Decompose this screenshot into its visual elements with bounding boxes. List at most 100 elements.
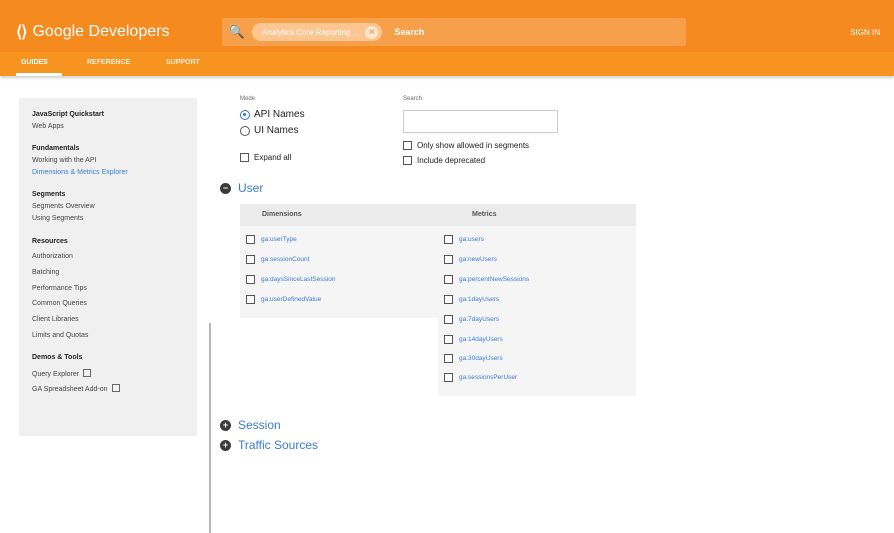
checkbox-label: Include deprecated — [417, 156, 486, 165]
clear-scope-icon[interactable]: × — [365, 25, 379, 39]
metric-name[interactable]: ga:newUsers — [459, 256, 497, 263]
dimension-name[interactable]: ga:userType — [261, 236, 297, 243]
dimension-name[interactable]: ga:daysSinceLastSession — [261, 276, 335, 283]
code-brackets-icon: ⟨⟩ — [16, 24, 28, 41]
metric-name[interactable]: ga:sessionsPerUser — [459, 374, 517, 381]
metrics-column — [438, 226, 636, 396]
checkbox-icon[interactable] — [444, 295, 453, 304]
top-app-bar: ⟨⟩ Google Developers 🔍 Analytics Core Re… — [0, 0, 894, 52]
explorer-search-input[interactable] — [403, 110, 558, 133]
metric-name[interactable]: ga:users — [459, 236, 484, 243]
metric-name[interactable]: ga:14dayUsers — [459, 336, 503, 343]
metric-name[interactable]: ga:1dayUsers — [459, 296, 499, 303]
sidebar-item-common-queries[interactable]: Common Queries — [32, 300, 87, 307]
only-allowed-segments-checkbox[interactable]: Only show allowed in segments — [403, 141, 529, 150]
sidebar-item-authorization[interactable]: Authorization — [32, 253, 73, 260]
sidebar-item-segments-overview[interactable]: Segments Overview — [32, 203, 95, 210]
checkbox-icon[interactable] — [403, 141, 412, 150]
checkbox-icon[interactable] — [403, 156, 412, 165]
section-session-toggle[interactable]: + Session — [220, 418, 281, 432]
checkbox-icon[interactable] — [246, 295, 255, 304]
sidebar-item-performance-tips[interactable]: Performance Tips — [32, 285, 87, 292]
sidebar-heading-segments: Segments — [32, 191, 66, 198]
sidebar-item-query-explorer[interactable]: Query Explorer — [32, 369, 92, 378]
site-search-bar[interactable]: 🔍 Analytics Core Reporting ... × Search — [222, 18, 686, 46]
metric-row[interactable]: ga:newUsers — [444, 255, 497, 264]
active-tab-indicator — [16, 73, 62, 76]
search-scope-chip[interactable]: Analytics Core Reporting ... × — [252, 23, 383, 41]
checkbox-icon[interactable] — [444, 275, 453, 284]
sidebar-heading-javascript-quickstart: JavaScript Quickstart — [32, 111, 104, 118]
metric-row[interactable]: ga:users — [444, 235, 484, 244]
checkbox-icon[interactable] — [444, 373, 453, 382]
metric-name[interactable]: ga:30dayUsers — [459, 355, 503, 362]
dimension-row[interactable]: ga:daysSinceLastSession — [246, 275, 335, 284]
metric-row[interactable]: ga:sessionsPerUser — [444, 373, 517, 382]
sign-in-link[interactable]: SIGN IN — [850, 28, 880, 37]
checkbox-icon[interactable] — [444, 235, 453, 244]
sidebar-item-web-apps[interactable]: Web Apps — [32, 123, 64, 130]
expand-all-checkbox[interactable]: Expand all — [240, 153, 291, 162]
section-user-toggle[interactable]: − User — [220, 181, 263, 195]
dimension-row[interactable]: ga:userDefinedValue — [246, 295, 321, 304]
expand-plus-icon[interactable]: + — [220, 439, 231, 451]
sidebar-item-working-with-api[interactable]: Working with the API — [32, 157, 96, 164]
dimension-row[interactable]: ga:userType — [246, 235, 297, 244]
sidebar-item-label: GA Spreadsheet Add-on — [32, 386, 108, 393]
dimension-row[interactable]: ga:sessionCount — [246, 255, 309, 264]
search-icon: 🔍 — [228, 24, 246, 39]
metric-row[interactable]: ga:14dayUsers — [444, 335, 503, 344]
sidebar-item-dimensions-metrics-explorer[interactable]: Dimensions & Metrics Explorer — [32, 169, 128, 176]
external-link-icon — [111, 384, 120, 392]
tab-reference[interactable]: REFERENCE — [87, 59, 130, 66]
sidebar-item-batching[interactable]: Batching — [32, 269, 59, 276]
checkbox-icon[interactable] — [444, 354, 453, 363]
checkbox-icon[interactable] — [240, 153, 249, 162]
metric-row[interactable]: ga:percentNewSessions — [444, 275, 529, 284]
metric-row[interactable]: ga:30dayUsers — [444, 354, 503, 363]
metric-name[interactable]: ga:percentNewSessions — [459, 276, 529, 283]
section-traffic-sources-toggle[interactable]: + Traffic Sources — [220, 438, 318, 452]
sidebar-item-limits-quotas[interactable]: Limits and Quotas — [32, 332, 88, 339]
tab-guides[interactable]: GUIDES — [21, 59, 48, 66]
radio-unchecked-icon[interactable] — [240, 125, 250, 136]
search-label: Search — [403, 96, 423, 102]
mode-label: Mode — [240, 96, 256, 102]
section-nav: GUIDES REFERENCE SUPPORT — [0, 52, 894, 76]
brand-name: Google Developers — [32, 23, 170, 40]
metric-row[interactable]: ga:7dayUsers — [444, 315, 499, 324]
section-title: User — [238, 181, 264, 195]
sidebar-item-client-libraries[interactable]: Client Libraries — [32, 316, 79, 323]
sidebar-item-label: Query Explorer — [32, 371, 80, 378]
collapse-minus-icon[interactable]: − — [220, 182, 231, 194]
user-fields-table: Dimensions Metrics ga:userType ga:sessio… — [240, 204, 636, 396]
expand-plus-icon[interactable]: + — [220, 419, 231, 431]
radio-label: API Names — [254, 109, 305, 120]
checkbox-icon[interactable] — [444, 335, 453, 344]
metric-name[interactable]: ga:7dayUsers — [459, 316, 499, 323]
radio-checked-icon[interactable] — [240, 109, 250, 120]
tab-support[interactable]: SUPPORT — [166, 59, 200, 66]
sidebar-scrollbar[interactable] — [209, 323, 211, 533]
sidebar-heading-resources: Resources — [32, 238, 68, 245]
search-placeholder: Search — [394, 27, 425, 37]
checkbox-label: Expand all — [254, 153, 292, 162]
left-sidebar: JavaScript Quickstart Web Apps Fundament… — [19, 98, 211, 533]
include-deprecated-checkbox[interactable]: Include deprecated — [403, 156, 485, 165]
mode-radio-ui-names[interactable]: UI Names — [240, 125, 298, 136]
metric-row[interactable]: ga:1dayUsers — [444, 295, 499, 304]
metrics-header: Metrics — [472, 211, 497, 218]
dimension-name[interactable]: ga:sessionCount — [261, 256, 309, 263]
mode-radio-api-names[interactable]: API Names — [240, 109, 305, 120]
section-title: Traffic Sources — [238, 438, 319, 452]
checkbox-icon[interactable] — [246, 275, 255, 284]
checkbox-icon[interactable] — [246, 235, 255, 244]
table-header: Dimensions Metrics — [240, 204, 636, 226]
checkbox-icon[interactable] — [444, 315, 453, 324]
sidebar-item-ga-spreadsheet-addon[interactable]: GA Spreadsheet Add-on — [32, 384, 120, 393]
sidebar-item-using-segments[interactable]: Using Segments — [32, 215, 83, 222]
checkbox-icon[interactable] — [246, 255, 255, 264]
google-developers-logo[interactable]: ⟨⟩ Google Developers — [16, 22, 169, 42]
checkbox-icon[interactable] — [444, 255, 453, 264]
dimension-name[interactable]: ga:userDefinedValue — [261, 296, 321, 303]
